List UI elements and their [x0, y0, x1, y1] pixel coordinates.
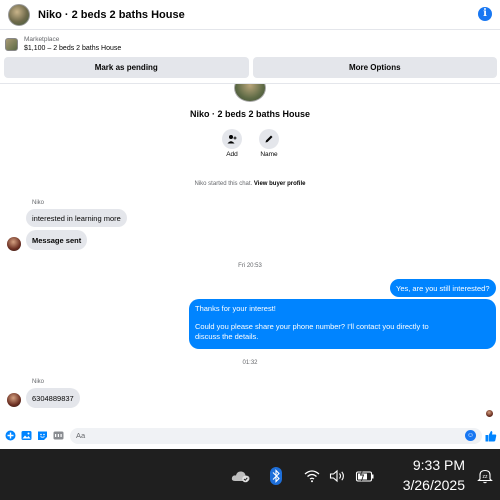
- message-line: discuss the details.: [195, 332, 259, 341]
- like-button[interactable]: [485, 429, 497, 447]
- emoji-icon[interactable]: ☺: [465, 430, 476, 441]
- outgoing-message[interactable]: Thanks for your interest! Could you plea…: [189, 299, 496, 349]
- gif-button[interactable]: [52, 430, 64, 442]
- thumbs-up-icon: [485, 431, 497, 442]
- incoming-message[interactable]: 6304889837: [26, 388, 80, 408]
- add-button[interactable]: [222, 129, 242, 149]
- windows-taskbar: 9:33 PM 3/26/2025 zz: [0, 449, 500, 500]
- mark-as-pending-button[interactable]: Mark as pending: [4, 57, 249, 78]
- composer-bar: Aa ☺: [0, 422, 500, 449]
- chat-avatar[interactable]: [8, 3, 30, 26]
- incoming-message[interactable]: Message sent: [26, 230, 88, 250]
- message-line: Thanks for your interest!: [195, 304, 276, 313]
- notification-icon[interactable]: zz: [476, 467, 494, 485]
- sticker-icon: [37, 431, 47, 440]
- timestamp: 01:32: [242, 360, 258, 366]
- clock-date: 3/26/2025: [402, 477, 465, 493]
- timestamp: Fri 20:53: [238, 263, 262, 269]
- sender-name: Niko: [32, 200, 45, 206]
- add-person-icon: [227, 135, 237, 144]
- outgoing-message[interactable]: Yes, are you still interested?: [390, 279, 496, 297]
- listing-thumbnail: [5, 38, 18, 51]
- clock-time: 9:33 PM: [412, 457, 465, 473]
- taskbar-clock[interactable]: 9:33 PM 3/26/2025: [385, 455, 465, 495]
- name-button[interactable]: [259, 129, 279, 149]
- sender-avatar[interactable]: [7, 237, 21, 251]
- sender-avatar[interactable]: [7, 393, 21, 407]
- pencil-icon: [265, 135, 273, 143]
- profile-name: Niko · 2 beds 2 baths House: [189, 109, 311, 119]
- messenger-window: Niko · 2 beds 2 baths House i Marketplac…: [0, 0, 500, 449]
- battery-charging-icon[interactable]: [354, 467, 376, 485]
- message-input[interactable]: Aa: [70, 428, 482, 444]
- sender-name: Niko: [32, 379, 45, 385]
- plus-button[interactable]: [4, 430, 16, 442]
- image-icon: [21, 431, 31, 440]
- listing-price-title: $1,100 – 2 beds 2 baths House: [24, 45, 122, 52]
- message-thread[interactable]: Niko · 2 beds 2 baths House Add Name Nik…: [0, 84, 500, 422]
- sticker-button[interactable]: [36, 430, 48, 442]
- listing-source: Marketplace: [24, 36, 60, 43]
- bluetooth-icon[interactable]: [269, 467, 283, 485]
- seen-indicator-avatar: [486, 410, 493, 417]
- incoming-message[interactable]: interested in learning more: [26, 209, 127, 227]
- svg-text:zz: zz: [483, 474, 489, 480]
- listing-summary[interactable]: Marketplace $1,100 – 2 beds 2 baths Hous…: [0, 33, 500, 57]
- gif-icon: [53, 431, 63, 440]
- message-line: Could you please share your phone number…: [195, 321, 429, 331]
- chat-title[interactable]: Niko · 2 beds 2 baths House: [38, 9, 185, 21]
- name-label: Name: [260, 151, 278, 158]
- volume-icon[interactable]: [328, 467, 348, 485]
- chat-started-text: Niko started this chat.: [194, 181, 253, 187]
- plus-circle-icon: [5, 430, 15, 441]
- more-options-button[interactable]: More Options: [252, 57, 497, 78]
- listing-actions: Mark as pending More Options: [4, 57, 497, 78]
- photo-button[interactable]: [20, 430, 32, 442]
- add-label: Add: [226, 151, 238, 158]
- wifi-icon[interactable]: [303, 467, 321, 485]
- chat-start-notice: Niko started this chat. View buyer profi…: [0, 181, 500, 187]
- info-icon[interactable]: i: [478, 7, 492, 21]
- onedrive-icon[interactable]: [230, 467, 252, 485]
- view-buyer-profile-link[interactable]: View buyer profile: [254, 181, 306, 187]
- chat-header: Niko · 2 beds 2 baths House i: [0, 0, 500, 30]
- profile-picture: [234, 84, 266, 102]
